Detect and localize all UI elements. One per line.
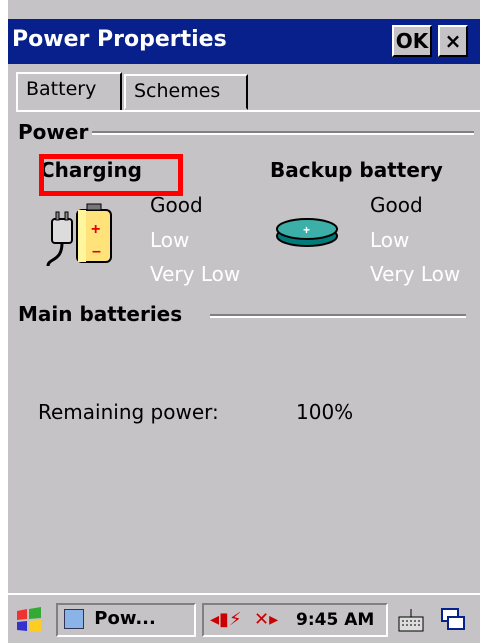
remaining-power-value: 100%	[296, 400, 354, 424]
power-plug-icon[interactable]: ◂▮⚡	[210, 609, 250, 631]
taskbar-app-label: Pow...	[94, 608, 156, 629]
tab-panel-edge	[16, 110, 480, 112]
backup-level-low: Low	[370, 228, 410, 252]
tab-battery[interactable]: Battery	[16, 72, 122, 112]
window-title: Power Properties	[12, 27, 227, 52]
battery-charging-icon: + –	[40, 200, 120, 270]
keyboard-icon[interactable]	[396, 605, 426, 635]
main-batteries-divider	[210, 314, 466, 318]
remaining-power-label: Remaining power:	[38, 400, 219, 424]
main-batteries-title: Main batteries	[18, 302, 183, 326]
ok-button[interactable]: OK	[392, 25, 432, 57]
taskbar-app-button[interactable]: Pow...	[56, 603, 196, 637]
tab-schemes[interactable]: Schemes	[124, 74, 248, 110]
main-level-low: Low	[150, 228, 190, 252]
backup-battery-title: Backup battery	[270, 158, 443, 182]
window-switch-icon[interactable]	[438, 605, 468, 635]
svg-text:–: –	[92, 243, 101, 260]
svg-text:+: +	[303, 223, 310, 237]
main-level-good: Good	[150, 193, 203, 217]
device-screen: Power Properties OK × Battery Schemes Po…	[8, 0, 480, 643]
main-level-very-low: Very Low	[150, 262, 241, 286]
power-section-title: Power	[18, 120, 89, 144]
charging-highlight-box	[39, 154, 183, 196]
close-button[interactable]: ×	[438, 25, 468, 57]
tray-area: ◂▮⚡ ✕▸ 9:45 AM	[202, 603, 388, 637]
left-bezel	[0, 0, 8, 643]
windows-flag-icon[interactable]	[14, 605, 44, 635]
backup-level-good: Good	[370, 193, 423, 217]
taskbar: Pow... ◂▮⚡ ✕▸ 9:45 AM	[8, 593, 480, 643]
titlebar: Power Properties OK ×	[8, 19, 480, 64]
svg-text:+: +	[91, 221, 100, 238]
app-icon	[64, 609, 84, 629]
backup-level-very-low: Very Low	[370, 262, 461, 286]
network-icon[interactable]: ✕▸	[254, 609, 290, 631]
coin-cell-battery-icon: +	[274, 214, 340, 250]
clock-time[interactable]: 9:45 AM	[296, 609, 374, 631]
power-section-divider	[92, 131, 474, 135]
